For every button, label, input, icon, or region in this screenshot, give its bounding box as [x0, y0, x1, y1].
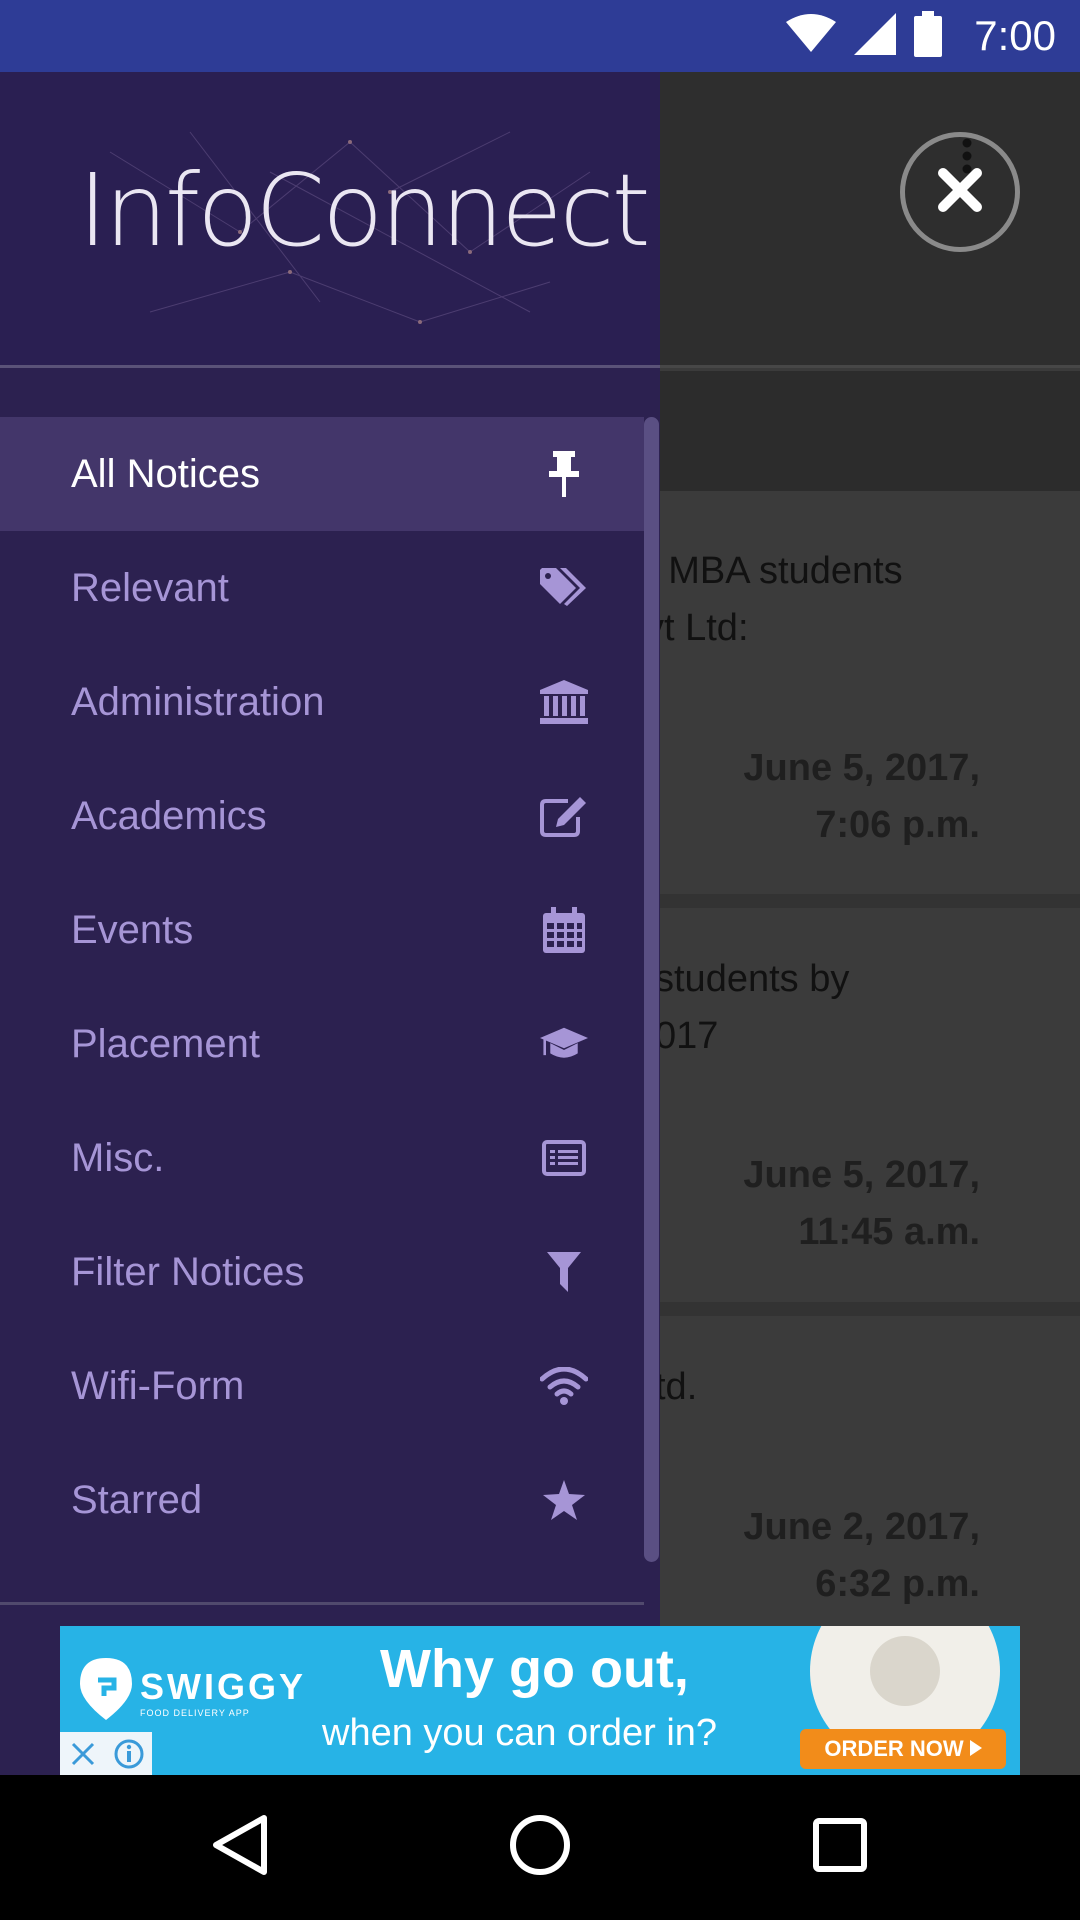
- order-now-button[interactable]: ORDER NOW: [800, 1729, 1006, 1769]
- notice-date: June 5, 2017, 7:06 p.m.: [743, 747, 980, 846]
- cellular-signal-icon: [854, 12, 897, 60]
- ad-banner[interactable]: SWIGGY FOOD DELIVERY APP Why go out, whe…: [60, 1626, 1020, 1775]
- close-icon: [937, 167, 983, 218]
- battery-icon: [914, 10, 943, 62]
- edit-icon: [540, 792, 588, 840]
- drawer-item-administration[interactable]: Administration: [0, 645, 644, 759]
- system-navigation-bar: [0, 1775, 1080, 1920]
- caret-right-icon: [969, 1736, 982, 1762]
- drawer-item-wifi-form[interactable]: Wifi-Form: [0, 1329, 644, 1443]
- order-now-label: ORDER NOW: [824, 1736, 964, 1761]
- close-drawer-button[interactable]: [900, 132, 1020, 252]
- drawer-item-relevant[interactable]: Relevant: [0, 531, 644, 645]
- list-alt-icon: [540, 1134, 588, 1182]
- status-bar: 7:00: [0, 0, 1080, 72]
- back-button[interactable]: [204, 1811, 276, 1883]
- drawer-item-filter-notices[interactable]: Filter Notices: [0, 1215, 644, 1329]
- ad-info-icon[interactable]: [106, 1732, 152, 1775]
- status-icons: 7:00: [786, 0, 1056, 72]
- ad-brand: SWIGGY FOOD DELIVERY APP: [80, 1658, 306, 1725]
- drawer-menu: All Notices Relevant Administration Acad…: [0, 417, 644, 1557]
- drawer-item-placement[interactable]: Placement: [0, 987, 644, 1101]
- drawer-item-academics[interactable]: Academics: [0, 759, 644, 873]
- notice-text[interactable]: r MBA students vt Ltd:: [645, 543, 903, 657]
- wifi-status-icon: [786, 13, 837, 59]
- bank-icon: [540, 678, 588, 726]
- home-icon: [509, 1814, 571, 1881]
- drawer-item-events[interactable]: Events: [0, 873, 644, 987]
- drawer-item-misc[interactable]: Misc.: [0, 1101, 644, 1215]
- drawer-item-starred[interactable]: Starred: [0, 1443, 644, 1557]
- filter-icon: [540, 1248, 588, 1296]
- drawer-header: InfoConnect: [0, 72, 660, 368]
- ad-headline: Why go out,: [380, 1639, 689, 1699]
- tags-icon: [540, 564, 588, 612]
- recents-icon: [813, 1817, 867, 1877]
- navigation-drawer: InfoConnect All Notices Relevant Adminis…: [0, 72, 660, 1775]
- drawer-footer-divider: [0, 1602, 644, 1605]
- notice-text[interactable]: td.: [655, 1359, 697, 1416]
- home-button[interactable]: [504, 1811, 576, 1883]
- notice-date: June 2, 2017, 6:32 p.m.: [743, 1506, 980, 1605]
- ad-close-icon[interactable]: [60, 1732, 106, 1775]
- swiggy-logo-icon: [80, 1658, 132, 1725]
- status-time: 7:00: [974, 12, 1056, 59]
- drawer-item-all-notices[interactable]: All Notices: [0, 417, 644, 531]
- ad-choices[interactable]: [60, 1732, 153, 1775]
- app-logo: InfoConnect: [78, 152, 651, 269]
- pin-icon: [540, 450, 588, 498]
- ad-subline: when you can order in?: [322, 1712, 718, 1754]
- calendar-icon: [540, 906, 588, 954]
- back-icon: [210, 1814, 270, 1881]
- notice-date: June 5, 2017, 11:45 a.m.: [743, 1154, 980, 1253]
- ad-brand-subtitle: FOOD DELIVERY APP: [140, 1707, 250, 1718]
- recents-button[interactable]: [804, 1811, 876, 1883]
- notice-text[interactable]: students by 017: [655, 951, 849, 1065]
- ad-brand-name: SWIGGY: [140, 1665, 307, 1707]
- drawer-scrollbar[interactable]: [644, 417, 659, 1562]
- wifi-icon: [540, 1362, 588, 1410]
- star-icon: [540, 1476, 588, 1524]
- graduation-cap-icon: [540, 1020, 588, 1068]
